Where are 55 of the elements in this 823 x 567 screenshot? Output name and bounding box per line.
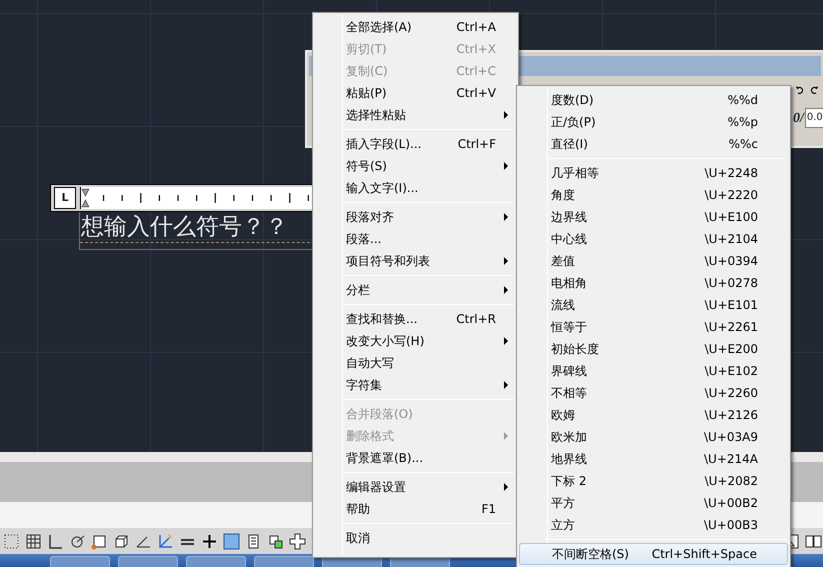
menu-item[interactable]: 选择性粘贴 — [315, 104, 516, 126]
menu-item[interactable]: 角度 \U+2220 — [519, 184, 788, 206]
submenu-arrow-icon — [504, 286, 508, 294]
menu-item[interactable]: 粘贴(P) Ctrl+V — [315, 82, 516, 104]
menu-item[interactable]: 分栏 — [315, 279, 516, 301]
menu-item[interactable]: 字符集 — [315, 374, 516, 396]
plus-icon[interactable] — [288, 532, 307, 550]
menu-item[interactable]: 流线 \U+E101 — [519, 294, 788, 316]
undo-icon[interactable] — [795, 84, 804, 96]
menu-item[interactable]: 几乎相等 \U+2248 — [519, 162, 788, 184]
menu-item[interactable]: 改变大小写(H) — [315, 330, 516, 352]
submenu-arrow-icon — [504, 213, 508, 221]
menu-item[interactable]: 下标 2 \U+2082 — [519, 470, 788, 492]
submenu-arrow-icon — [504, 257, 508, 265]
hatch-icon[interactable] — [222, 532, 241, 550]
grid-icon[interactable] — [24, 532, 43, 550]
menu-item[interactable]: 插入字段(L)... Ctrl+F — [315, 133, 516, 155]
redo-icon[interactable] — [810, 84, 819, 96]
submenu-arrow-icon — [504, 337, 508, 345]
menu-item[interactable]: 编辑器设置 — [315, 476, 516, 498]
submenu-arrow-icon — [504, 432, 508, 440]
menu-item[interactable]: 帮助 F1 — [315, 498, 516, 520]
menu-item[interactable]: 平方 \U+00B2 — [519, 492, 788, 514]
oblique-angle-field[interactable]: 0.0 — [804, 108, 823, 128]
menu-item[interactable]: 界碑线 \U+E102 — [519, 360, 788, 382]
menu-item[interactable]: 背景遮罩(B)... — [315, 447, 516, 469]
menu-item[interactable]: 初始长度 \U+E200 — [519, 338, 788, 360]
menu-item[interactable]: 恒等于 \U+2261 — [519, 316, 788, 338]
menu-item[interactable]: 立方 \U+00B3 — [519, 514, 788, 536]
submenu-arrow-icon — [504, 381, 508, 389]
menu-item[interactable]: 差值 \U+0394 — [519, 250, 788, 272]
menu-item[interactable]: 正/负(P) %%p — [519, 111, 788, 133]
menu-item[interactable]: 符号(S) — [315, 155, 516, 177]
menu-item[interactable]: 取消 — [315, 527, 516, 549]
menu-item[interactable]: 边界线 \U+E100 — [519, 206, 788, 228]
submenu-arrow-icon — [504, 162, 508, 170]
menu-item[interactable]: 不相等 \U+2260 — [519, 382, 788, 404]
menu-item[interactable]: 全部选择(A) Ctrl+A — [315, 16, 516, 38]
menu-item[interactable]: 自动大写 — [315, 352, 516, 374]
dotted-grid-icon[interactable] — [2, 532, 21, 550]
menu-item[interactable]: 直径(I) %%c — [519, 133, 788, 155]
menu-item[interactable]: 电相角 \U+0278 — [519, 272, 788, 294]
menu-item[interactable]: 地界线 \U+214A — [519, 448, 788, 470]
submenu-arrow-icon — [504, 111, 508, 119]
menu-item[interactable]: 查找和替换... Ctrl+R — [315, 308, 516, 330]
menu-item[interactable]: 度数(D) %%d — [519, 89, 788, 111]
menu-item[interactable]: 欧姆 \U+2126 — [519, 404, 788, 426]
menu-item[interactable]: 项目符号和列表 — [315, 250, 516, 272]
menu-item[interactable]: 欧米加 \U+03A9 — [519, 426, 788, 448]
submenu-arrow-icon — [504, 483, 508, 491]
menu-item[interactable]: 不间断空格(S) Ctrl+Shift+Space — [519, 543, 788, 565]
tab-type-button[interactable]: L — [54, 187, 76, 209]
oblique-angle-label: 0/ — [793, 110, 804, 128]
menu-item[interactable]: 输入文字(I)... — [315, 177, 516, 199]
menu-item[interactable]: 中心线 \U+2104 — [519, 228, 788, 250]
